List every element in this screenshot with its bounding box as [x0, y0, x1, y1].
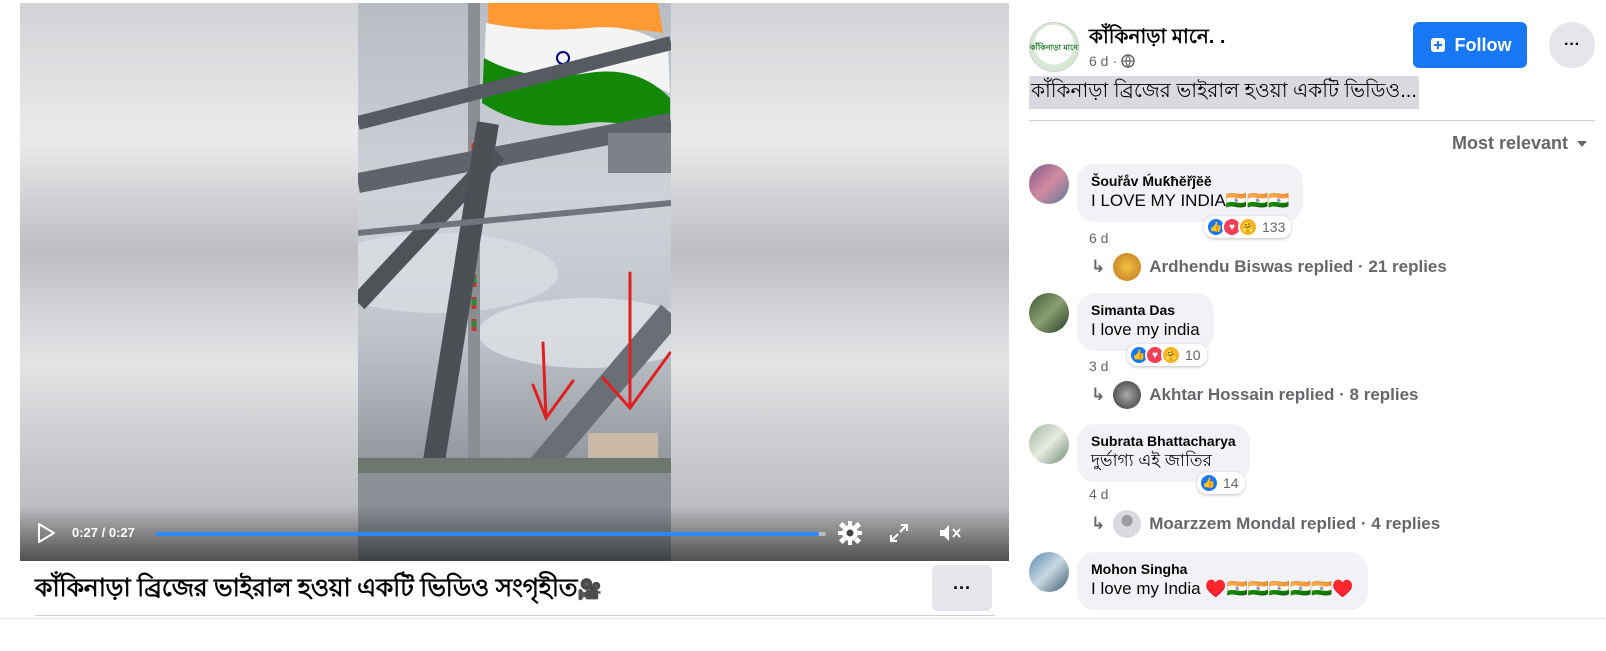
comment-time[interactable]: 3 d: [1089, 358, 1108, 374]
comment-text: দুর্ভাগ্য এই জাতির: [1091, 451, 1212, 470]
replies-text: Moarzzem Mondal replied · 4 replies: [1149, 514, 1441, 533]
reaction-summary[interactable]: 👍 ♥ 🤗 10: [1127, 344, 1207, 366]
reaction-count: 10: [1185, 347, 1201, 363]
speaker-muted-icon: [940, 525, 961, 541]
reaction-count: 14: [1223, 475, 1239, 491]
replies-text: Akhtar Hossain replied · 8 replies: [1149, 385, 1419, 404]
comment-author[interactable]: Mohon Singha: [1091, 560, 1354, 578]
video-time: 0:27 / 0:27: [72, 525, 135, 540]
video-title-text: কাঁকিনাড়া ব্রিজের ভাইরাল হওয়া একটি ভিড…: [35, 574, 578, 602]
mute-button[interactable]: [936, 519, 964, 547]
care-reaction-icon: 🤗: [1161, 345, 1181, 365]
commenter-avatar[interactable]: [1029, 164, 1069, 204]
fullscreen-icon: [890, 524, 908, 542]
reaction-count: 133: [1262, 219, 1286, 235]
video-progress-fill: [156, 532, 820, 536]
comment-bubble: Simanta Das I love my india: [1077, 293, 1214, 351]
comment-time[interactable]: 4 d: [1089, 486, 1108, 502]
globe-icon: [1121, 54, 1135, 68]
view-replies-link[interactable]: ↳ Ardhendu Biswas replied · 21 replies: [1091, 253, 1447, 281]
divider: [1029, 120, 1595, 121]
reply-author-avatar: [1113, 253, 1142, 281]
comment-author[interactable]: Simanta Das: [1091, 301, 1200, 319]
comment-text: I love my india: [1091, 320, 1200, 339]
video-frame: [358, 3, 671, 561]
facebook-video-post-page: 0:27 / 0:27 কাঁকিনাড়া ব্রিজের ভাইরাল হও…: [0, 0, 1606, 651]
meta-separator: ·: [1112, 53, 1118, 69]
commenter-avatar[interactable]: [1029, 552, 1069, 592]
video-blur-left: [20, 3, 359, 561]
video-more-options-button[interactable]: ···: [932, 565, 992, 611]
like-reaction-icon: 👍: [1199, 473, 1219, 493]
divider: [35, 615, 995, 616]
fullscreen-button[interactable]: [885, 519, 913, 547]
gear-icon: [838, 521, 862, 545]
video-blur-right: [671, 3, 1009, 561]
video-title: কাঁকিনাড়া ব্রিজের ভাইরাল হওয়া একটি ভিড…: [35, 568, 602, 611]
comment-text: I love my India ♥️🇮🇳🇮🇳🇮🇳🇮🇳🇮🇳♥️: [1091, 579, 1354, 598]
comment-time[interactable]: 6 d: [1089, 230, 1108, 246]
settings-button[interactable]: [836, 519, 864, 547]
care-reaction-icon: 🤗: [1238, 217, 1258, 237]
bridge-flag-scene: [358, 3, 671, 561]
comment-bubble: Mohon Singha I love my India ♥️🇮🇳🇮🇳🇮🇳🇮🇳🇮…: [1077, 552, 1368, 610]
comment-sort-dropdown[interactable]: Most relevant: [1452, 133, 1588, 154]
view-replies-link[interactable]: ↳ Akhtar Hossain replied · 8 replies: [1091, 381, 1419, 409]
sort-label: Most relevant: [1451, 133, 1568, 153]
reaction-summary[interactable]: 👍 ♥ 🤗 133: [1204, 216, 1292, 238]
reply-arrow-icon: ↳: [1091, 514, 1106, 533]
play-button[interactable]: [32, 519, 60, 547]
commenter-avatar[interactable]: [1029, 293, 1069, 333]
play-icon: [38, 523, 55, 543]
video-camera-emoji: 🎥: [577, 579, 602, 601]
page-avatar-logo-text: কাঁকিনাড়া মানে: [1030, 42, 1078, 52]
comment-text: I LOVE MY INDIA🇮🇳🇮🇳🇮🇳: [1091, 191, 1290, 210]
video-player[interactable]: 0:27 / 0:27: [20, 3, 1009, 561]
caret-down-icon: [1577, 140, 1587, 147]
comment-bubble: Šouřåv Ḿuƙħĕřĵĕĕ I LOVE MY INDIA🇮🇳🇮🇳🇮🇳: [1077, 164, 1304, 222]
video-controls: 0:27 / 0:27: [20, 505, 1009, 561]
replies-text: Ardhendu Biswas replied · 21 replies: [1149, 257, 1447, 276]
post-side-panel: কাঁকিনাড়া মানে কাঁকিনাড়া মানে. . 6 d ·…: [1009, 0, 1606, 618]
reply-author-avatar: [1113, 510, 1142, 538]
view-replies-link[interactable]: ↳ Moarzzem Mondal replied · 4 replies: [1091, 510, 1440, 538]
comment-author[interactable]: Subrata Bhattacharya: [1091, 432, 1236, 450]
video-progress-bar[interactable]: [156, 532, 826, 536]
follow-page-icon: [1430, 38, 1445, 52]
page-avatar[interactable]: কাঁকিনাড়া মানে: [1029, 22, 1079, 72]
reply-arrow-icon: ↳: [1091, 257, 1106, 276]
commenter-avatar[interactable]: [1029, 424, 1069, 464]
comment-author[interactable]: Šouřåv Ḿuƙħĕřĵĕĕ: [1091, 172, 1289, 190]
follow-label: Follow: [1454, 34, 1512, 55]
reply-author-avatar: [1113, 381, 1142, 409]
post-meta: 6 d ·: [1089, 53, 1135, 69]
page-name-link[interactable]: কাঁকিনাড়া মানে. .: [1089, 22, 1225, 55]
follow-button[interactable]: Follow: [1413, 22, 1527, 68]
bottom-strip: [0, 618, 1606, 651]
post-more-button[interactable]: ···: [1549, 22, 1595, 68]
post-age[interactable]: 6 d: [1089, 53, 1108, 69]
reaction-summary[interactable]: 👍 14: [1197, 472, 1245, 494]
post-text: কাঁকিনাড়া ব্রিজের ভাইরাল হওয়া একটি ভিড…: [1029, 76, 1419, 109]
reply-arrow-icon: ↳: [1091, 385, 1106, 404]
